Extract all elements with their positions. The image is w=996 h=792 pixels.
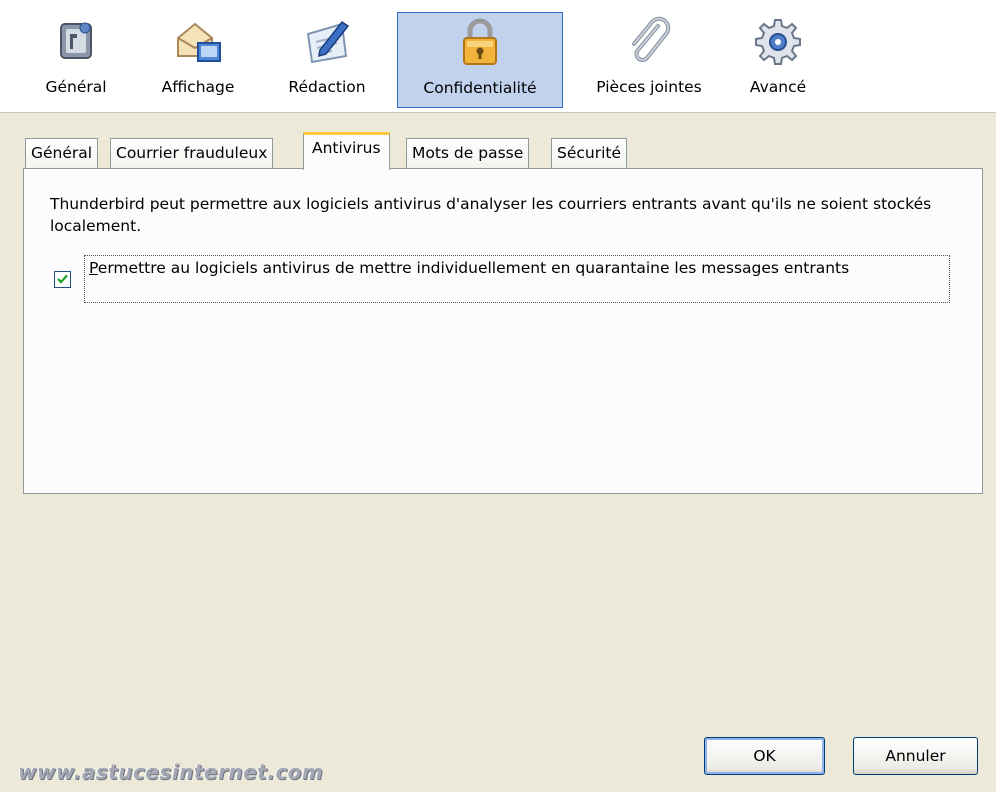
quarantine-label-text: ermettre au logiciels antivirus de mettr… [97,259,850,277]
tab-spam-label: Courrier frauduleux [116,144,268,162]
tab-passwords[interactable]: Mots de passe [406,138,530,168]
tab-security[interactable]: Sécurité [551,138,628,168]
quarantine-option[interactable]: Permettre au logiciels antivirus de mett… [54,255,958,305]
category-general-label: Général [45,78,107,96]
ok-button[interactable]: OK [704,737,825,775]
tab-passwords-label: Mots de passe [412,144,524,162]
category-advanced-label: Avancé [749,78,807,96]
tab-general[interactable]: Général [25,138,99,168]
checkmark-icon [57,274,68,284]
tab-security-label: Sécurité [557,144,622,162]
quarantine-label[interactable]: Permettre au logiciels antivirus de mett… [84,255,950,303]
category-display-button[interactable]: Affichage [146,12,250,108]
quarantine-label-accesskey: P [89,259,98,277]
cancel-button[interactable]: Annuler [853,737,978,775]
category-compose-label: Rédaction [288,78,366,96]
cancel-button-label: Annuler [885,747,946,765]
category-attachments-button[interactable]: Pièces jointes [578,12,720,108]
quarantine-checkbox[interactable] [54,271,71,288]
category-privacy-button[interactable]: Confidentialité [397,12,563,108]
watermark: www.astucesinternet.com [18,760,324,784]
category-compose-button[interactable]: Rédaction [272,12,382,108]
category-privacy-label: Confidentialité [423,79,537,97]
category-toolbar: Général Affichage Rédaction Confidential… [0,0,996,113]
category-general-button[interactable]: Général [30,12,122,108]
gear-icon [755,19,801,65]
antivirus-panel: Thunderbird peut permettre aux logiciels… [23,168,983,494]
display-envelope-icon [177,22,221,62]
general-settings-icon [60,22,92,59]
compose-pen-icon [306,20,350,64]
ok-button-label: OK [753,747,776,765]
tab-general-label: Général [31,144,93,162]
tab-antivirus-label: Antivirus [312,139,381,157]
tab-spam[interactable]: Courrier frauduleux [110,138,274,168]
antivirus-description: Thunderbird peut permettre aux logiciels… [50,195,932,235]
category-advanced-button[interactable]: Avancé [738,12,818,108]
padlock-icon [463,18,497,65]
category-attachments-label: Pièces jointes [596,78,702,96]
category-display-label: Affichage [161,78,235,96]
tab-antivirus[interactable]: Antivirus [303,132,390,170]
paperclip-icon [632,16,671,62]
